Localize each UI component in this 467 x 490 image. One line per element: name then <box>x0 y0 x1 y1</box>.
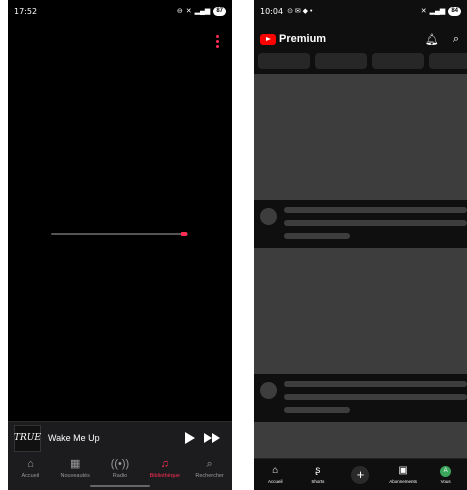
search-icon: ⌕ <box>206 458 213 470</box>
home-icon: ⌂ <box>272 465 279 476</box>
tab-shorts[interactable]: ʂ Shorts <box>298 465 338 484</box>
status-bar: 10:04 ⊙ ✉ ◆ • ✕ ▂▄▆ 84 <box>254 0 467 22</box>
notification-icons: ⊙ ✉ ◆ • <box>287 8 313 15</box>
dnd-icon: ⊖ <box>176 8 183 15</box>
status-time: 17:52 <box>14 6 38 16</box>
shorts-icon: ʂ <box>315 465 321 476</box>
mute-icon: ✕ <box>185 8 192 15</box>
library-music-icon: ♫ <box>160 458 169 470</box>
tab-vous[interactable]: A Vous <box>426 465 466 484</box>
battery-level: 84 <box>448 6 461 16</box>
status-time: 10:04 <box>260 6 284 16</box>
video-thumbnail-placeholder[interactable] <box>254 422 467 458</box>
avatar-icon: A <box>440 465 452 477</box>
house-icon: ⌂ <box>27 458 34 470</box>
title-line-placeholder <box>284 381 467 387</box>
more-options-icon[interactable] <box>216 35 220 48</box>
now-playing-title: Wake Me Up <box>48 433 100 443</box>
radio-waves-icon: ((•)) <box>110 458 130 470</box>
tab-create[interactable]: + <box>340 465 380 484</box>
tab-abonnements[interactable]: ▣ Abonnements <box>383 465 423 484</box>
tab-rechercher[interactable]: ⌕ Rechercher <box>188 458 232 479</box>
video-thumbnail-placeholder[interactable] <box>254 74 467 200</box>
tab-radio[interactable]: ((•)) Radio <box>98 458 142 479</box>
progress-knob[interactable] <box>180 232 187 236</box>
bottom-nav: ⌂ Accueil ʂ Shorts + ▣ Abonnements A Vou… <box>254 458 467 490</box>
chip-placeholder[interactable] <box>429 53 467 69</box>
video-thumbnail-placeholder[interactable] <box>254 248 467 374</box>
subscriptions-icon: ▣ <box>398 465 408 476</box>
tab-accueil[interactable]: ⌂ Accueil <box>255 465 295 484</box>
chip-placeholder[interactable] <box>315 53 367 69</box>
channel-avatar-placeholder <box>260 382 277 399</box>
album-cover: TRUE <box>14 424 41 452</box>
title-line-placeholder <box>284 207 467 213</box>
mini-player[interactable]: TRUE Wake Me Up <box>8 421 232 454</box>
play-icon[interactable] <box>185 432 195 444</box>
grid-icon: ▦ <box>69 458 81 470</box>
bell-icon[interactable]: 🔔︎ <box>425 33 439 46</box>
status-bar: 17:52 ⊖ ✕ ▂▄▆ 87 <box>8 0 232 22</box>
subtitle-line-placeholder <box>284 407 350 413</box>
subtitle-line-placeholder <box>284 233 350 239</box>
signal-icon: ▂▄▆ <box>429 8 446 15</box>
youtube-logo-icon[interactable] <box>260 33 276 45</box>
video-meta-placeholder <box>254 200 467 248</box>
video-meta-placeholder <box>254 374 467 422</box>
app-header: Premium 🔔︎ ⌕ <box>254 28 467 50</box>
battery-level: 87 <box>213 6 226 16</box>
fast-forward-icon[interactable] <box>204 433 220 443</box>
channel-avatar-placeholder <box>260 208 277 225</box>
playback-progress-bar[interactable] <box>51 232 188 236</box>
search-icon[interactable]: ⌕ <box>453 33 459 46</box>
tab-nouveautes[interactable]: ▦ Nouveautés <box>53 458 97 479</box>
title-line-placeholder <box>284 220 467 226</box>
home-indicator <box>90 485 150 487</box>
tab-accueil[interactable]: ⌂ Accueil <box>8 458 52 479</box>
plus-icon: + <box>351 465 370 484</box>
mute-icon: ✕ <box>420 8 427 15</box>
tab-bibliotheque[interactable]: ♫ Bibliothèque <box>143 458 187 479</box>
youtube-screen: 10:04 ⊙ ✉ ◆ • ✕ ▂▄▆ 84 Premium 🔔︎ ⌕ ⌂ Ac… <box>254 0 467 490</box>
filter-chips <box>258 53 467 69</box>
title-line-placeholder <box>284 394 467 400</box>
chip-placeholder[interactable] <box>258 53 310 69</box>
signal-icon: ▂▄▆ <box>194 8 211 15</box>
chip-placeholder[interactable] <box>372 53 424 69</box>
apple-music-screen: 17:52 ⊖ ✕ ▂▄▆ 87 TRUE Wake Me Up ⌂ Accue… <box>8 0 232 490</box>
brand-title: Premium <box>279 33 327 45</box>
